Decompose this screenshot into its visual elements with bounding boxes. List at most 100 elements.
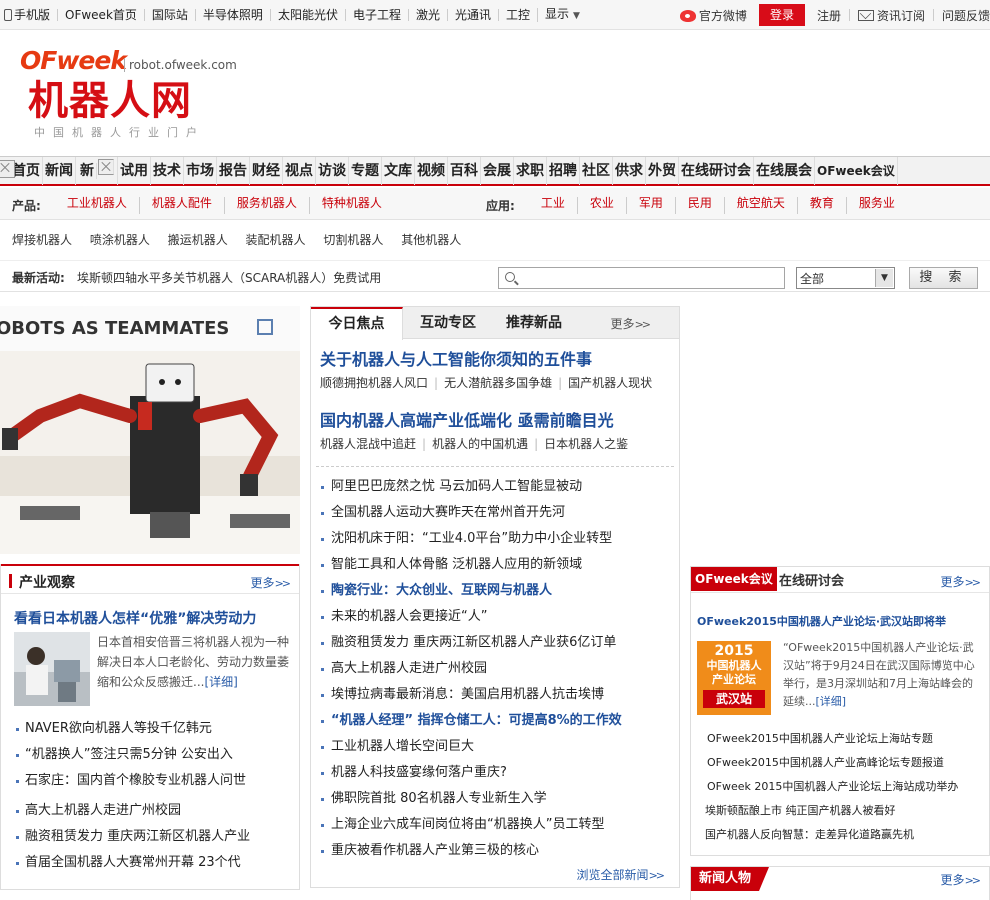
subcategory-link[interactable]: 其他机器人 — [401, 233, 461, 247]
top-link-control[interactable]: 工控 — [498, 9, 537, 21]
list-item[interactable]: 沈阳机床于阳：“工业4.0平台”助力中小企业转型 — [319, 526, 675, 552]
list-item[interactable]: 佛职院首批 80名机器人专业新生入学 — [319, 786, 675, 812]
sub-link[interactable]: 日本机器人之鉴 — [544, 437, 628, 451]
nav-item[interactable]: OFweek会议 — [815, 157, 898, 185]
top-link-solar[interactable]: 太阳能光伏 — [269, 9, 345, 21]
nav-item[interactable]: 文库 — [382, 157, 415, 185]
sub-link[interactable]: 机器人的中国机遇 — [432, 437, 528, 451]
sub-link[interactable]: 机器人混战中追赶 — [320, 437, 416, 451]
subcategory-link[interactable]: 焊接机器人 — [12, 233, 72, 247]
tab-today-focus[interactable]: 今日焦点 — [311, 307, 403, 340]
nav-item[interactable]: 求职 — [514, 157, 547, 185]
list-item[interactable]: NAVER欲向机器人等投千亿韩元 — [15, 716, 295, 742]
list-item[interactable]: “机器换人”签注只需5分钟 公安出入 — [15, 742, 295, 768]
search-input[interactable] — [498, 267, 785, 289]
list-item[interactable]: 工业机器人增长空间巨大 — [319, 734, 675, 760]
featured-headline[interactable]: 看看日本机器人怎样“优雅”解决劳动力 — [14, 608, 256, 628]
application-link[interactable]: 服务业 — [845, 197, 907, 214]
application-link[interactable]: 工业 — [529, 197, 577, 214]
list-item[interactable]: OFweek 2015中国机器人产业论坛上海站成功举办 — [707, 775, 987, 799]
nav-item[interactable]: 社区 — [580, 157, 613, 185]
top-link-mobile[interactable]: 手机版 — [4, 9, 57, 21]
application-link[interactable]: 农业 — [576, 197, 626, 214]
more-link[interactable]: 更多>> — [251, 574, 292, 591]
product-link[interactable]: 机器人配件 — [138, 197, 224, 214]
register-link[interactable]: 注册 — [817, 7, 841, 24]
browse-all-link[interactable]: 浏览全部新闻>> — [577, 866, 666, 883]
meeting-headline[interactable]: OFweek2015中国机器人产业论坛·武汉站即将举 — [697, 613, 946, 629]
nav-item[interactable]: 在线展会 — [754, 157, 815, 185]
list-item[interactable]: 融资租赁发力 重庆两江新区机器人产业获6亿订单 — [319, 630, 675, 656]
list-item[interactable]: 石家庄：国内首个橡胶专业机器人问世 — [15, 768, 295, 794]
nav-item[interactable]: 技术 — [151, 157, 184, 185]
nav-item[interactable]: 报告 — [217, 157, 250, 185]
list-item[interactable]: 高大上机器人走进广州校园 — [15, 798, 295, 824]
nav-item[interactable]: 在线研讨会 — [679, 157, 754, 185]
nav-item[interactable]: 试用 — [118, 157, 151, 185]
product-link[interactable]: 工业机器人 — [55, 197, 139, 214]
more-link[interactable]: 更多>> — [941, 871, 982, 888]
subcategory-link[interactable]: 切割机器人 — [323, 233, 383, 247]
tab-ofweek-meeting[interactable]: OFweek会议 — [691, 567, 777, 591]
sub-link[interactable]: 国产机器人现状 — [568, 376, 652, 390]
list-item[interactable]: 国产机器人反向智慧：走差异化道路赢先机 — [705, 823, 987, 847]
forum-poster[interactable]: 2015 中国机器人 产业论坛 武汉站 — [697, 641, 771, 715]
nav-item[interactable]: 新闻 — [43, 157, 76, 185]
search-button[interactable]: 搜 索 — [909, 267, 978, 289]
headline-2[interactable]: 国内机器人高端产业低端化 亟需前瞻目光 — [320, 407, 614, 431]
search-category-select[interactable]: 全部 ▼ — [796, 267, 895, 289]
list-item[interactable]: 埃斯顿酝酿上市 纯正国产机器人被看好 — [705, 799, 987, 823]
nav-item[interactable]: 财经 — [250, 157, 283, 185]
login-button[interactable]: 登录 — [758, 4, 805, 26]
top-link-led[interactable]: 半导体照明 — [194, 9, 270, 21]
feedback-link[interactable]: 问题反馈 — [942, 7, 990, 24]
nav-item[interactable]: 市场 — [184, 157, 217, 185]
tab-new-products[interactable]: 推荐新品 — [491, 307, 577, 339]
activity-link[interactable]: 埃斯顿四轴水平多关节机器人（SCARA机器人）免费试用 — [77, 269, 381, 286]
sub-link[interactable]: 无人潜航器多国争雄 — [444, 376, 552, 390]
application-link[interactable]: 教育 — [796, 197, 846, 214]
nav-item[interactable]: 招聘 — [547, 157, 580, 185]
featured-thumbnail[interactable] — [14, 632, 90, 706]
nav-item[interactable]: 百科 — [448, 157, 481, 185]
detail-link[interactable]: [详细] — [816, 695, 847, 708]
list-item[interactable]: 上海企业六成车间岗位将由“机器换人”员工转型 — [319, 812, 675, 838]
nav-item[interactable]: 新 — [76, 157, 118, 185]
more-link[interactable]: 更多>> — [941, 573, 982, 590]
list-item[interactable]: 融资租赁发力 重庆两江新区机器人产业 — [15, 824, 295, 850]
list-item[interactable]: 埃博拉病毒最新消息：美国启用机器人抗击埃博 — [319, 682, 675, 708]
list-item[interactable]: “机器人经理” 指挥仓储工人：可提高8%的工作效 — [319, 708, 675, 734]
list-item[interactable]: OFweek2015中国机器人产业论坛上海站专题 — [707, 727, 987, 751]
top-link-laser[interactable]: 激光 — [407, 9, 447, 21]
product-link[interactable]: 服务机器人 — [223, 197, 309, 214]
top-link-electronics[interactable]: 电子工程 — [344, 9, 408, 21]
headline-1[interactable]: 关于机器人与人工智能你须知的五件事 — [320, 346, 592, 370]
top-link-home[interactable]: OFweek首页 — [57, 9, 144, 21]
application-link[interactable]: 军用 — [625, 197, 675, 214]
nav-item[interactable]: 访谈 — [316, 157, 349, 185]
list-item[interactable]: 阿里巴巴庞然之忧 马云加码人工智能显被动 — [319, 474, 675, 500]
subscribe-link[interactable]: 资讯订阅 — [857, 7, 925, 24]
top-link-display[interactable]: 显示 ▼ — [537, 8, 587, 22]
subcategory-link[interactable]: 喷涂机器人 — [90, 233, 150, 247]
product-link[interactable]: 特种机器人 — [308, 197, 394, 214]
weibo-link[interactable]: 官方微博 — [679, 7, 747, 24]
list-item[interactable]: 首届全国机器人大赛常州开幕 23个代 — [15, 850, 295, 876]
subcategory-link[interactable]: 装配机器人 — [246, 233, 306, 247]
list-item[interactable]: 陶瓷行业：大众创业、互联网与机器人 — [319, 578, 675, 604]
top-link-intl[interactable]: 国际站 — [143, 9, 195, 21]
nav-item[interactable]: 视点 — [283, 157, 316, 185]
nav-item[interactable]: 会展 — [481, 157, 514, 185]
nav-item[interactable]: 视频 — [415, 157, 448, 185]
list-item[interactable]: 未来的机器人会更接近“人” — [319, 604, 675, 630]
nav-item[interactable]: 供求 — [613, 157, 646, 185]
top-link-optical[interactable]: 光通讯 — [446, 9, 498, 21]
list-item[interactable]: 机器人科技盛宴缘何落户重庆? — [319, 760, 675, 786]
list-item[interactable]: OFweek2015中国机器人产业高峰论坛专题报道 — [707, 751, 987, 775]
more-link[interactable]: 更多>> — [611, 315, 652, 332]
sub-link[interactable]: 顺德拥抱机器人风口 — [320, 376, 428, 390]
list-item[interactable]: 智能工具和人体骨骼 泛机器人应用的新领域 — [319, 552, 675, 578]
hero-image[interactable]: OBOTS AS TEAMMATES — [0, 306, 300, 554]
nav-item[interactable]: 专题 — [349, 157, 382, 185]
nav-item[interactable]: 外贸 — [646, 157, 679, 185]
